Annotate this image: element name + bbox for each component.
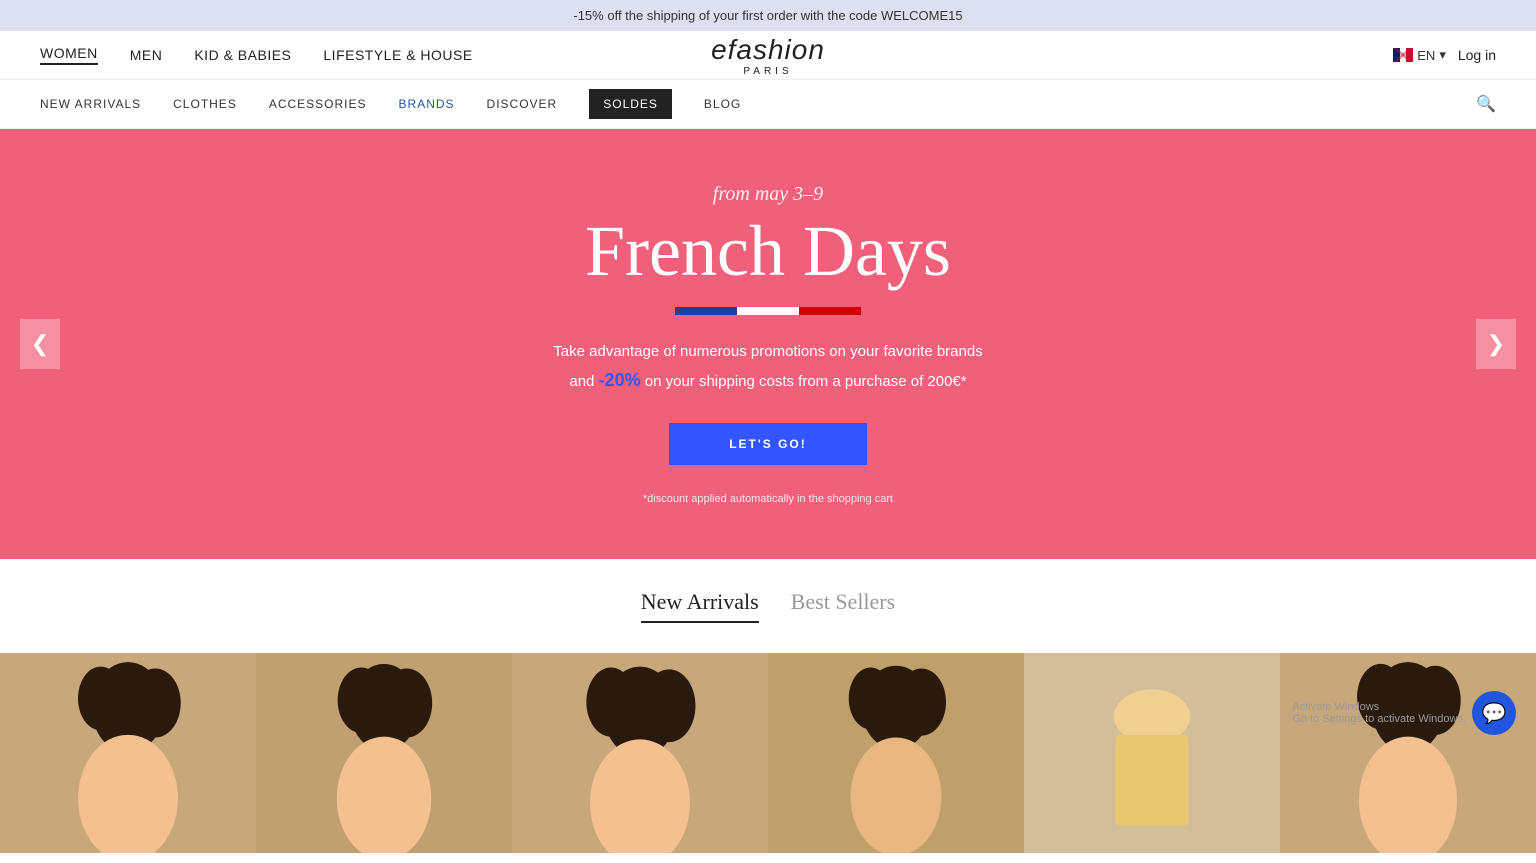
header-right: EN ▾ Log in <box>1393 47 1496 63</box>
flag-icon <box>1393 48 1413 62</box>
product-grid <box>0 643 1536 863</box>
logo-sub: PARIS <box>711 66 825 77</box>
nav-discover[interactable]: DISCOVER <box>487 83 558 125</box>
nav-new-arrivals[interactable]: NEW ARRIVALS <box>40 83 141 125</box>
product-image <box>1024 653 1280 853</box>
login-link[interactable]: Log in <box>1458 47 1496 63</box>
product-card[interactable] <box>1280 653 1536 853</box>
hero-highlight: -20% <box>599 370 641 390</box>
search-icon[interactable]: 🔍 <box>1476 80 1496 128</box>
nav-women[interactable]: WOMEN <box>40 45 98 65</box>
nav-men[interactable]: MEN <box>130 47 163 63</box>
nav-accessories[interactable]: ACCESSORIES <box>269 83 367 125</box>
tab-best-sellers[interactable]: Best Sellers <box>791 589 896 623</box>
product-card[interactable] <box>256 653 512 853</box>
nav-blog[interactable]: BLOG <box>704 83 741 125</box>
logo-main: efashion <box>711 34 825 65</box>
top-banner: -15% off the shipping of your first orde… <box>0 0 1536 31</box>
tabs-row: New Arrivals Best Sellers <box>0 589 1536 623</box>
hero-content: from may 3–9 French Days Take advantage … <box>533 143 1002 545</box>
main-nav: WOMEN MEN KID & BABIES LIFESTYLE & HOUSE <box>40 45 473 65</box>
language-button[interactable]: EN ▾ <box>1393 47 1446 63</box>
french-flag <box>553 307 982 315</box>
product-image <box>0 653 256 853</box>
cta-button[interactable]: LET'S GO! <box>669 423 867 465</box>
tabs-section: New Arrivals Best Sellers <box>0 559 1536 643</box>
lang-code: EN <box>1417 48 1435 63</box>
nav-lifestyle[interactable]: LIFESTYLE & HOUSE <box>323 47 472 63</box>
product-card[interactable] <box>768 653 1024 853</box>
product-image <box>768 653 1024 853</box>
header: WOMEN MEN KID & BABIES LIFESTYLE & HOUSE… <box>0 31 1536 80</box>
product-card[interactable] <box>0 653 256 853</box>
product-image <box>256 653 512 853</box>
hero-disclaimer: *discount applied automatically in the s… <box>553 493 982 505</box>
nav-soldes[interactable]: SOLDES <box>589 89 672 119</box>
banner-text: -15% off the shipping of your first orde… <box>573 8 962 23</box>
hero-description: Take advantage of numerous promotions on… <box>553 339 982 395</box>
tab-new-arrivals[interactable]: New Arrivals <box>641 589 759 623</box>
product-card[interactable] <box>512 653 768 853</box>
hero-arrow-right[interactable]: ❯ <box>1476 319 1516 369</box>
flag-blue <box>675 307 737 315</box>
chat-icon: 💬 <box>1482 701 1507 726</box>
product-image <box>512 653 768 853</box>
lang-chevron: ▾ <box>1439 47 1446 63</box>
hero-subtitle: from may 3–9 <box>553 183 982 206</box>
flag-red <box>799 307 861 315</box>
nav-brands[interactable]: BRANDS <box>399 83 455 125</box>
product-card[interactable] <box>1024 653 1280 853</box>
hero-title: French Days <box>553 212 982 291</box>
nav-kid-babies[interactable]: KID & BABIES <box>194 47 291 63</box>
logo: efashion PARIS <box>711 34 825 77</box>
chat-bubble[interactable]: 💬 <box>1472 691 1516 735</box>
product-image <box>1280 653 1536 853</box>
flag-white <box>737 307 799 315</box>
hero-arrow-left[interactable]: ❮ <box>20 319 60 369</box>
hero-banner: ❮ from may 3–9 French Days Take advantag… <box>0 129 1536 559</box>
nav-clothes[interactable]: CLOTHES <box>173 83 237 125</box>
secondary-nav: NEW ARRIVALS CLOTHES ACCESSORIES BRANDS … <box>0 80 1536 129</box>
